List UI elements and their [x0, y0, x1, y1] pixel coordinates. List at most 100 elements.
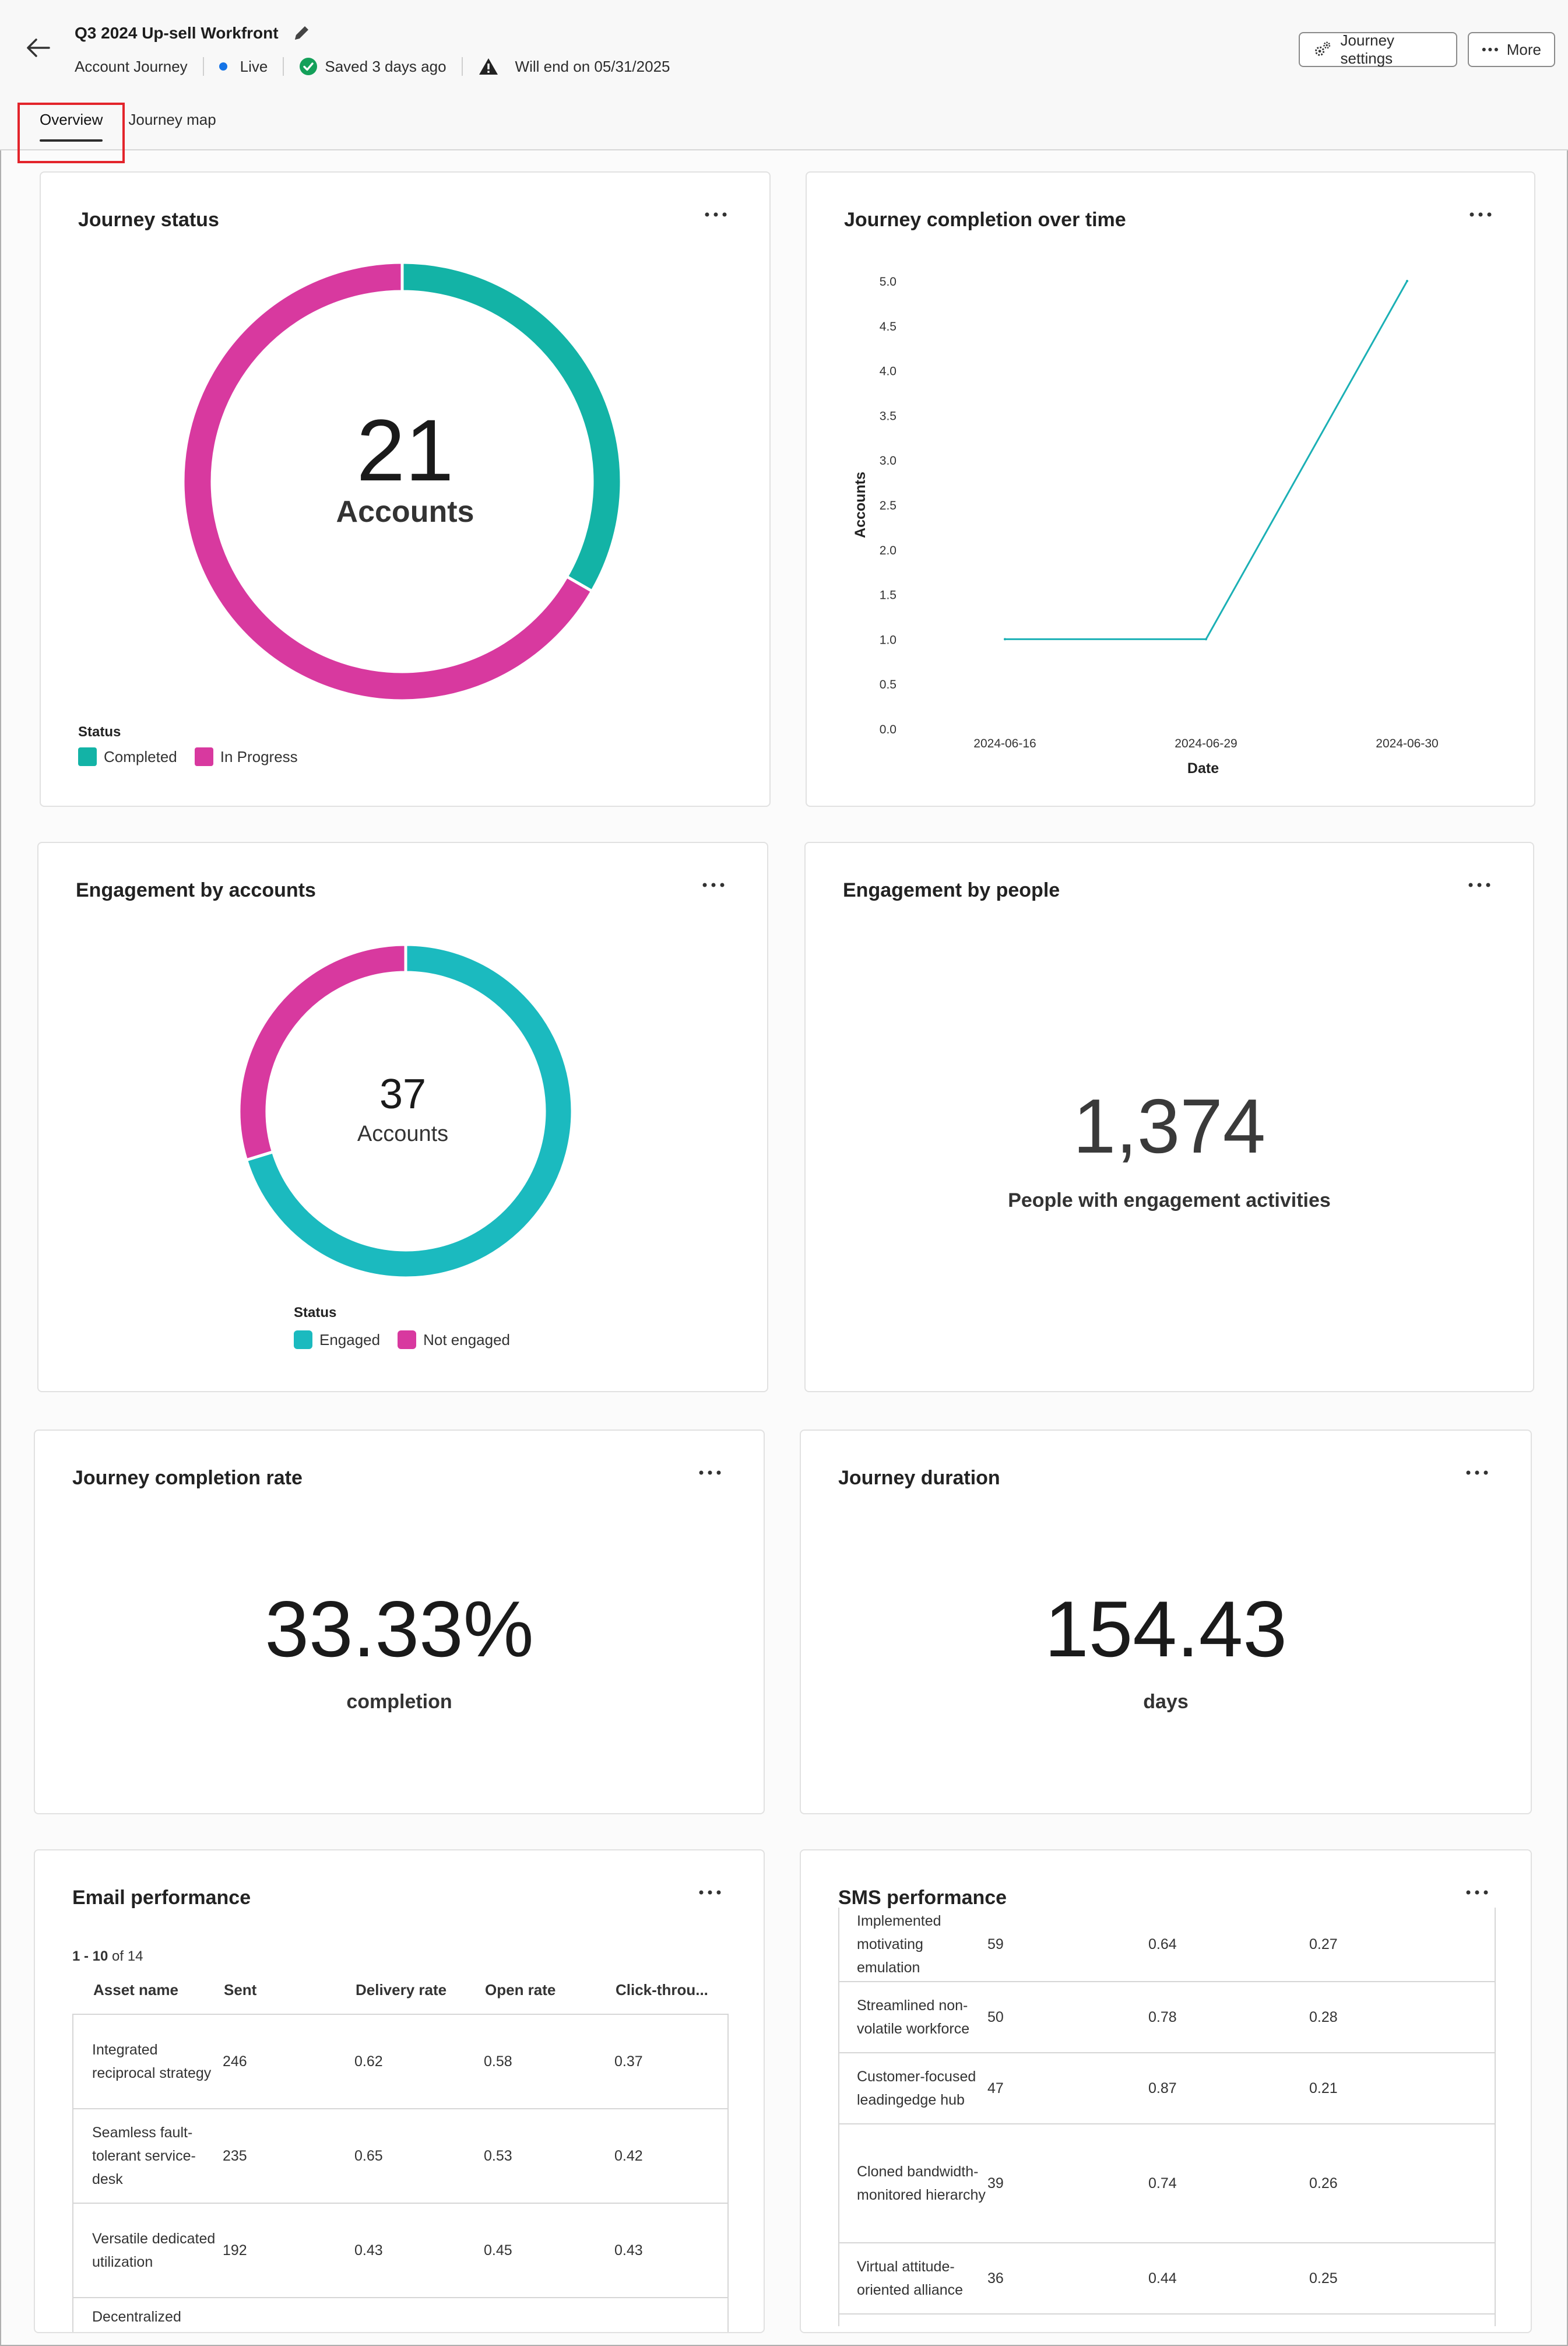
table-row[interactable]: Customer-focused leadingedge hub 47 0.87…: [839, 2053, 1495, 2124]
asset-name: Customer-focused leadingedge hub: [857, 2068, 976, 2108]
arrow-left-icon[interactable]: [23, 35, 52, 61]
asset-name: Cloned bandwidth-monitored hierarchy: [857, 2164, 986, 2203]
rate-cell: 0.25: [1309, 2270, 1338, 2287]
column-header[interactable]: Click-throu...: [616, 1981, 720, 1999]
delivery-rate-cell: 0.43: [354, 2242, 383, 2259]
more-button[interactable]: More: [1468, 32, 1555, 67]
y-tick-label: 4.0: [880, 365, 896, 378]
y-tick-label: 5.0: [880, 275, 896, 289]
card-title: Email performance: [72, 1887, 251, 1909]
page-header: Q3 2024 Up-sell Workfront Account Journe…: [0, 0, 1568, 163]
duration-value: 154.43: [1045, 1585, 1287, 1673]
legend-label: In Progress: [220, 747, 298, 765]
open-rate-cell: 0.53: [484, 2147, 512, 2164]
more-options-icon[interactable]: [703, 209, 729, 220]
card-title: SMS performance: [838, 1887, 1007, 1909]
series-line[interactable]: [1005, 280, 1408, 640]
delivery-rate-cell: 0.64: [1148, 1936, 1177, 1952]
rate-cell: 0.28: [1309, 2008, 1338, 2025]
delivery-rate-cell: 0.78: [1148, 2008, 1177, 2025]
more-icon: [1482, 47, 1498, 52]
engagement-people-card: Engagement by people 1,374 People with e…: [804, 842, 1534, 1392]
card-title: Engagement by accounts: [76, 879, 316, 901]
column-header[interactable]: Asset name: [93, 1981, 224, 1999]
warning-icon: [479, 58, 498, 75]
more-options-icon[interactable]: [1464, 1887, 1490, 1898]
journey-meta: Account Journey Live Saved 3 days ago Wi…: [75, 57, 670, 76]
legend: Completed In Progress: [78, 747, 298, 766]
delivery-rate-cell: 0.65: [354, 2147, 383, 2164]
x-axis-label: Date: [1187, 760, 1219, 777]
sent-cell: 36: [987, 2270, 1004, 2287]
asset-name: Versatile dedicated utilization: [92, 2231, 216, 2270]
table-row[interactable]: Implemented motivating emulation 59 0.64…: [839, 1908, 1495, 1982]
divider: [283, 57, 284, 76]
donut-total: 21: [356, 401, 454, 499]
sent-cell: 59: [987, 1936, 1004, 1952]
delivery-rate-cell: 0.87: [1148, 2080, 1177, 2096]
table-row[interactable]: Cloned bandwidth-monitored hierarchy 39 …: [839, 2124, 1495, 2243]
tab-journey-map[interactable]: Journey map: [128, 111, 216, 142]
journey-settings-button[interactable]: Journey settings: [1299, 31, 1457, 67]
table-row[interactable]: Integrated reciprocal strategy 246 0.62 …: [73, 2015, 727, 2109]
more-options-icon[interactable]: [1464, 1467, 1490, 1478]
table-row[interactable]: Streamlined non-volatile workforce 50 0.…: [839, 1982, 1495, 2053]
y-tick-label: 3.5: [880, 409, 896, 423]
asset-name: Implemented motivating emulation: [857, 1913, 941, 1976]
legend-title: Status: [78, 724, 121, 740]
table-row[interactable]: Virtual attitude-oriented alliance 36 0.…: [839, 2243, 1495, 2315]
sent-cell: 246: [223, 2053, 247, 2070]
column-header[interactable]: Sent: [224, 1981, 356, 1999]
donut-total-label: Accounts: [357, 1122, 449, 1146]
click-through-cell: 0.37: [614, 2053, 643, 2070]
data-point[interactable]: [1004, 638, 1006, 641]
duration-label: days: [1143, 1691, 1189, 1713]
legend-item-in-progress: In Progress: [194, 747, 298, 766]
more-options-icon[interactable]: [1467, 879, 1492, 891]
saved-status: Saved 3 days ago: [325, 57, 447, 75]
email-performance-card: Email performance 1 - 10 of 14 Asset nam…: [34, 1849, 765, 2333]
more-options-icon[interactable]: [697, 1887, 723, 1898]
rate-cell: 0.26: [1309, 2175, 1338, 2192]
tab-highlight-box: [17, 103, 125, 163]
asset-name: Seamless fault-tolerant service-desk: [92, 2124, 196, 2187]
divider: [202, 57, 204, 76]
column-header[interactable]: Open rate: [485, 1981, 616, 1999]
x-tick-label: 2024-06-30: [1376, 737, 1438, 750]
legend-title: Status: [294, 1305, 337, 1320]
pencil-icon[interactable]: [291, 23, 311, 43]
x-tick-label: 2024-06-16: [973, 737, 1036, 750]
pagination-total: of 14: [112, 1948, 143, 1964]
legend-swatch: [398, 1330, 417, 1349]
status-text: Live: [240, 57, 268, 75]
divider: [461, 57, 463, 76]
card-title: Journey completion rate: [72, 1467, 303, 1489]
sent-cell: 235: [223, 2147, 247, 2164]
more-label: More: [1506, 40, 1541, 58]
delivery-rate-cell: 0.62: [354, 2053, 383, 2070]
more-options-icon[interactable]: [701, 879, 726, 891]
completion-rate-label: completion: [346, 1691, 452, 1713]
data-point[interactable]: [1205, 638, 1207, 641]
open-rate-cell: 0.45: [484, 2242, 512, 2259]
y-tick-label: 2.5: [880, 499, 896, 512]
email-table-body: Integrated reciprocal strategy 246 0.62 …: [72, 2014, 729, 2332]
gear-icon: [1315, 41, 1331, 56]
table-row[interactable]: Seamless fault-tolerant service-desk 235…: [73, 2109, 727, 2204]
y-tick-label: 2.0: [880, 544, 896, 557]
table-row[interactable]: Decentralized: [73, 2298, 727, 2332]
card-title: Engagement by people: [843, 879, 1060, 901]
y-tick-label: 3.0: [880, 454, 896, 468]
y-tick-label: 1.0: [880, 633, 896, 647]
column-header[interactable]: Delivery rate: [356, 1981, 485, 1999]
more-options-icon[interactable]: [697, 1467, 723, 1478]
data-point[interactable]: [1406, 280, 1408, 282]
sent-cell: 39: [987, 2175, 1004, 2192]
engagement-accounts-card: Engagement by accounts 37 Accounts Statu…: [37, 842, 768, 1392]
journey-settings-label: Journey settings: [1340, 31, 1395, 67]
page-title: Q3 2024 Up-sell Workfront: [75, 24, 279, 42]
asset-name: Integrated reciprocal strategy: [92, 2042, 212, 2081]
asset-name: Decentralized: [92, 2309, 181, 2325]
table-row[interactable]: Versatile dedicated utilization 192 0.43…: [73, 2204, 727, 2298]
rate-cell: 0.21: [1309, 2080, 1338, 2096]
